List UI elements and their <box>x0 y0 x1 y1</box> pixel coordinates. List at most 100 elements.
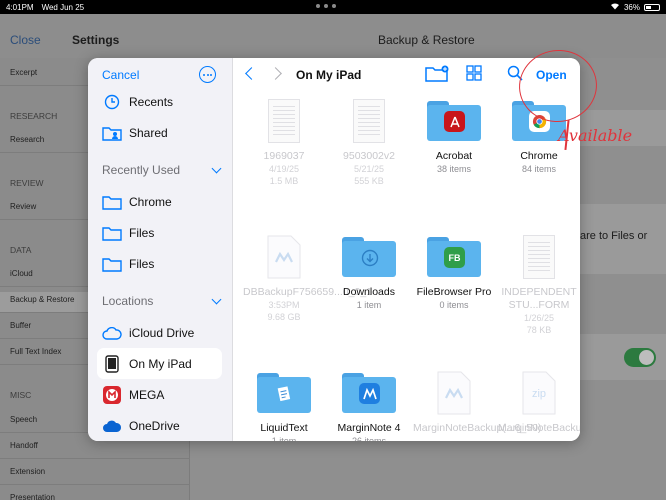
folder-icon <box>243 370 325 416</box>
mega-icon <box>102 386 122 404</box>
chevron-down-icon <box>211 163 222 173</box>
item-meta: 1 item <box>271 436 297 441</box>
item-meta: 1/26/25 <box>523 313 555 323</box>
sidebar-item-on-my-ipad[interactable]: On My iPad <box>102 353 227 375</box>
location-title: On My iPad <box>296 68 362 82</box>
folder-icon <box>413 98 495 144</box>
recently-used-header[interactable]: Recently Used <box>102 163 222 177</box>
chevron-down-icon <box>211 294 222 304</box>
backup-description: are to Files or <box>580 230 648 242</box>
cancel-button[interactable]: Cancel <box>102 68 139 82</box>
item-meta: 84 items <box>521 164 556 174</box>
settings-sidebar-item[interactable]: Presentation <box>0 493 190 500</box>
item-name: MarginNoteBackup(...0).zip <box>498 422 580 434</box>
item-meta: 26 items <box>351 436 386 441</box>
shared-folder-icon <box>102 125 122 141</box>
sidebar-item-mega[interactable]: MEGA <box>102 384 227 406</box>
svg-text:zip: zip <box>532 388 546 400</box>
item-meta: 5/21/25 <box>353 164 385 174</box>
item-name: DBBackupF756659...0_0_1 <box>243 286 373 298</box>
folder-item[interactable]: FB FileBrowser Pro 0 items <box>413 234 495 311</box>
close-button[interactable]: Close <box>10 33 41 47</box>
sidebar-item-files[interactable]: Files <box>102 222 227 244</box>
cloud-icon <box>102 325 122 341</box>
file-item[interactable]: zip MarginNoteBackup(...0).zip <box>498 370 580 435</box>
marginnote-file-icon <box>243 234 325 280</box>
document-icon <box>328 98 410 144</box>
zip-file-icon: zip <box>498 370 580 416</box>
sidebar-item-label: On My iPad <box>129 357 192 371</box>
back-button[interactable] <box>245 67 258 80</box>
sidebar-item-label: Files <box>129 257 155 271</box>
settings-sidebar-item[interactable]: Handoff <box>0 441 190 450</box>
folder-item[interactable]: MarginNote 4 26 items <box>328 370 410 441</box>
folder-icon <box>328 370 410 416</box>
section-label: Recently Used <box>102 163 181 177</box>
sidebar-item-label: Files <box>129 226 155 240</box>
sidebar-item-label: OneDrive <box>129 419 180 433</box>
sidebar-item-label: iCloud Drive <box>129 326 195 340</box>
document-icon <box>243 98 325 144</box>
file-item[interactable]: 9503002v2 5/21/25 555 KB <box>328 98 410 187</box>
folder-icon: FB <box>413 234 495 280</box>
folder-item[interactable]: LiquidText 1 item <box>243 370 325 441</box>
item-meta: 9.68 GB <box>267 312 301 322</box>
status-time: 4:01PM <box>6 2 34 12</box>
settings-sidebar-item[interactable]: Extension <box>0 467 190 476</box>
sidebar-item-shared[interactable]: Shared <box>102 122 227 144</box>
sidebar-item-label: Chrome <box>129 195 172 209</box>
ipad-icon <box>102 355 122 373</box>
item-name: 9503002v2 <box>343 150 395 162</box>
more-options-button[interactable] <box>199 66 216 83</box>
status-date: Wed Jun 25 <box>41 2 85 12</box>
divider <box>0 484 190 485</box>
sidebar-item-onedrive[interactable]: OneDrive <box>102 415 227 437</box>
item-meta: 4/19/25 <box>268 164 300 174</box>
folder-icon <box>102 194 122 210</box>
sidebar-item-label: Recents <box>129 95 174 109</box>
annotation-text: Available <box>558 126 633 145</box>
sidebar-item-recents[interactable]: Recents <box>102 91 227 113</box>
item-meta: 3:53PM <box>268 300 300 310</box>
item-name: Chrome <box>520 150 558 162</box>
marginnote-file-icon <box>413 370 495 416</box>
sidebar-item-icloud-drive[interactable]: iCloud Drive <box>102 322 227 344</box>
multitasking-dots[interactable] <box>316 4 336 8</box>
divider <box>0 458 190 459</box>
status-bar: 4:01PM Wed Jun 25 36% <box>0 0 666 14</box>
settings-toggle[interactable] <box>624 348 656 367</box>
item-name: 1969037 <box>263 150 305 162</box>
item-meta: 1 item <box>356 300 382 310</box>
item-meta: 78 KB <box>526 325 552 335</box>
item-meta: 0 items <box>439 300 469 310</box>
folder-item[interactable]: Downloads 1 item <box>328 234 410 311</box>
item-name: MarginNoteBackup(...6_50) <box>413 422 542 434</box>
sidebar-item-files[interactable]: Files <box>102 253 227 275</box>
item-name: INDEPENDENT STU...FORM <box>501 286 577 311</box>
file-browser: On My iPad Open 1969037 4/19/25 1.5 MB 9503… <box>233 58 580 441</box>
file-picker-dialog: Cancel Recents Shared Recently Used Chro… <box>88 58 580 441</box>
new-folder-icon[interactable] <box>425 65 449 88</box>
file-item[interactable]: 1969037 4/19/25 1.5 MB <box>243 98 325 187</box>
settings-title: Settings <box>72 33 120 47</box>
folder-icon <box>328 234 410 280</box>
sidebar-item-chrome[interactable]: Chrome <box>102 191 227 213</box>
item-meta: 1.5 MB <box>269 176 299 186</box>
folder-icon <box>102 225 122 241</box>
wifi-icon <box>610 2 620 12</box>
file-item[interactable]: INDEPENDENT STU...FORM 1/26/25 78 KB <box>498 234 580 336</box>
detail-title: Backup & Restore <box>378 33 475 47</box>
picker-sidebar: Cancel Recents Shared Recently Used Chro… <box>88 58 233 441</box>
grid-view-icon[interactable] <box>466 65 482 86</box>
locations-header[interactable]: Locations <box>102 294 222 308</box>
forward-button[interactable] <box>269 67 282 80</box>
item-meta: 555 KB <box>354 176 384 186</box>
section-label: Locations <box>102 294 154 308</box>
sidebar-item-label: Shared <box>129 126 168 140</box>
file-item[interactable]: DBBackupF756659...0_0_1 3:53PM 9.68 GB <box>243 234 373 323</box>
battery-icon <box>644 3 660 11</box>
item-meta: 38 items <box>436 164 471 174</box>
battery-percent: 36% <box>623 2 640 12</box>
file-item[interactable]: MarginNoteBackup(...6_50) <box>413 370 542 435</box>
folder-item[interactable]: Acrobat 38 items <box>413 98 495 175</box>
